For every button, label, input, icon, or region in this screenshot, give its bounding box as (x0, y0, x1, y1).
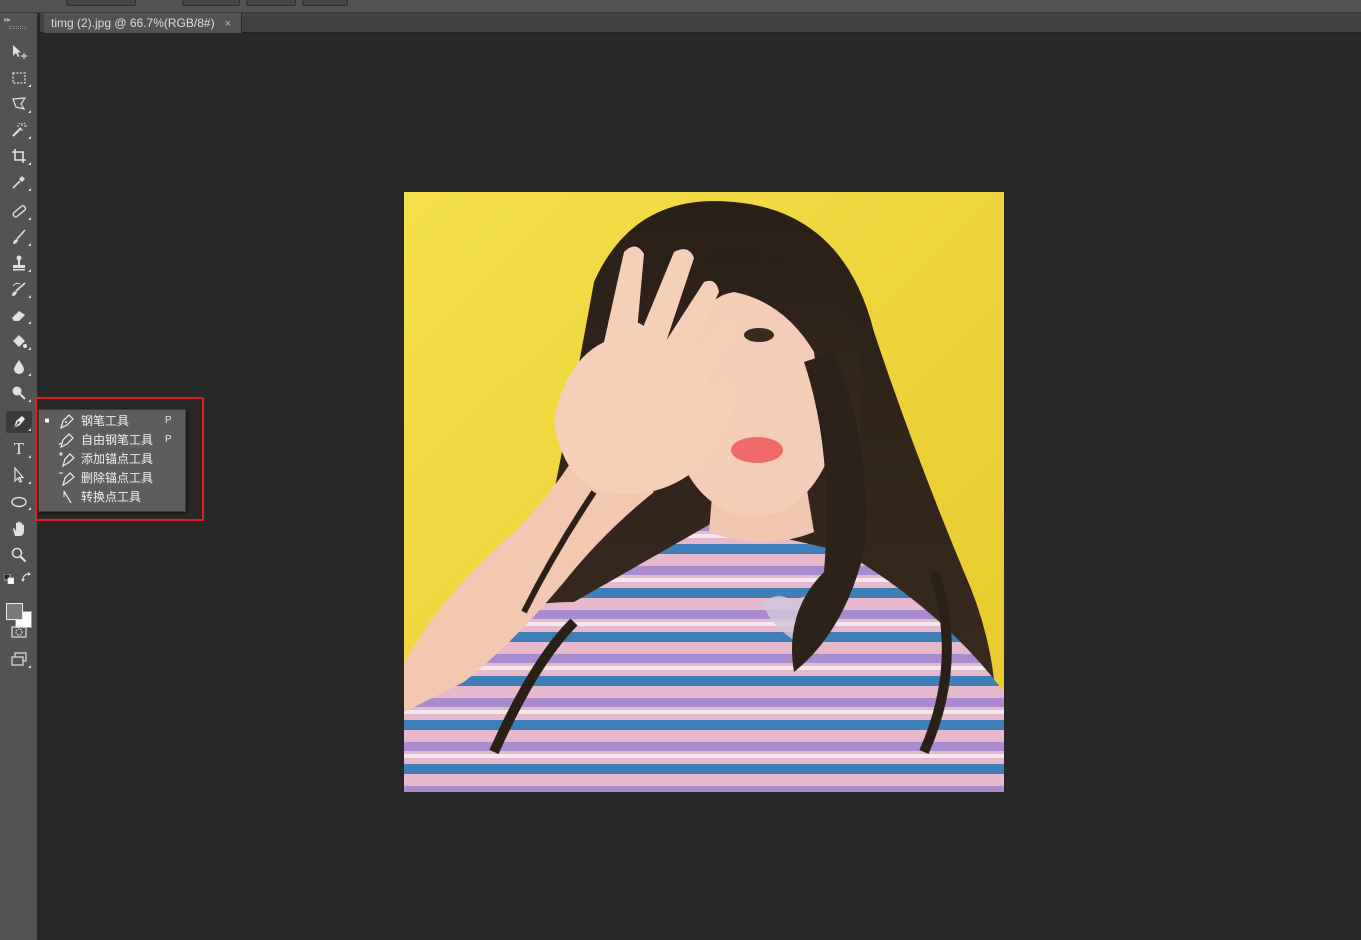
foreground-color-swatch[interactable] (6, 603, 23, 620)
zoom-tool-icon (11, 547, 27, 563)
swap-colors-icon[interactable] (21, 570, 33, 582)
lasso-tool[interactable] (6, 93, 32, 115)
hand-tool-icon (13, 521, 24, 536)
default-colors-icon[interactable] (3, 571, 15, 585)
history-brush-tool[interactable] (6, 278, 32, 300)
ellipse-tool[interactable] (6, 490, 32, 512)
highlight-annotation-box (35, 397, 204, 521)
quick-mask-button[interactable] (6, 621, 32, 643)
move-tool-icon (13, 45, 27, 59)
pen-tool-icon (13, 416, 25, 429)
screen-mode-button[interactable] (6, 648, 32, 670)
paint-bucket-tool[interactable] (6, 330, 32, 352)
eraser-tool-icon (12, 311, 25, 321)
document-tab-strip: timg (2).jpg @ 66.7%(RGB/8#) × (40, 13, 1361, 33)
history-brush-tool-icon (12, 282, 26, 296)
healing-brush-tool-icon (12, 205, 27, 218)
quick-mask-icon (11, 626, 27, 638)
blur-tool-icon (14, 360, 24, 374)
options-button-3[interactable] (302, 0, 348, 6)
type-tool-icon: T (13, 439, 25, 458)
path-selection-tool-icon (14, 466, 25, 483)
lasso-tool-icon (12, 97, 27, 110)
options-bar (0, 0, 1361, 13)
clone-stamp-tool-icon (13, 255, 25, 271)
crop-tool[interactable] (6, 145, 32, 167)
toolbox: ▸▸ T (0, 13, 38, 940)
eyedropper-tool[interactable] (6, 171, 32, 193)
pen-tool[interactable] (6, 411, 32, 433)
paint-bucket-tool-icon (13, 335, 27, 348)
document-canvas[interactable] (404, 192, 1004, 792)
screen-mode-icon (11, 652, 27, 666)
path-selection-tool[interactable] (6, 464, 32, 486)
collapse-arrows-icon[interactable]: ▸▸ (4, 15, 11, 24)
tool-preset-dropdown[interactable] (66, 0, 136, 6)
blur-tool[interactable] (6, 356, 32, 378)
zoom-tool[interactable] (6, 544, 32, 566)
document-tab[interactable]: timg (2).jpg @ 66.7%(RGB/8#) × (44, 13, 243, 33)
ellipse-tool-icon (11, 496, 27, 508)
clone-stamp-tool[interactable] (6, 252, 32, 274)
marquee-tool[interactable] (6, 67, 32, 89)
dodge-tool[interactable] (6, 382, 32, 404)
eraser-tool[interactable] (6, 304, 32, 326)
close-icon[interactable]: × (225, 18, 231, 30)
healing-brush-tool[interactable] (6, 200, 32, 222)
type-tool[interactable]: T (6, 438, 32, 460)
brush-tool-icon (13, 229, 26, 244)
photo-of-woman (404, 192, 1004, 792)
eyedropper-tool-icon (12, 176, 25, 189)
crop-tool-icon (12, 149, 26, 163)
options-button-2[interactable] (246, 0, 296, 6)
magic-wand-tool[interactable] (6, 119, 32, 141)
options-button-1[interactable] (182, 0, 240, 6)
brush-tool[interactable] (6, 226, 32, 248)
move-tool[interactable] (6, 41, 32, 63)
magic-wand-tool-icon (12, 122, 27, 137)
hand-tool[interactable] (6, 518, 32, 540)
document-tab-title: timg (2).jpg @ 66.7%(RGB/8#) (51, 16, 215, 30)
marquee-tool-icon (12, 72, 26, 84)
dodge-tool-icon (12, 386, 26, 400)
toolbox-grip[interactable] (9, 26, 27, 29)
